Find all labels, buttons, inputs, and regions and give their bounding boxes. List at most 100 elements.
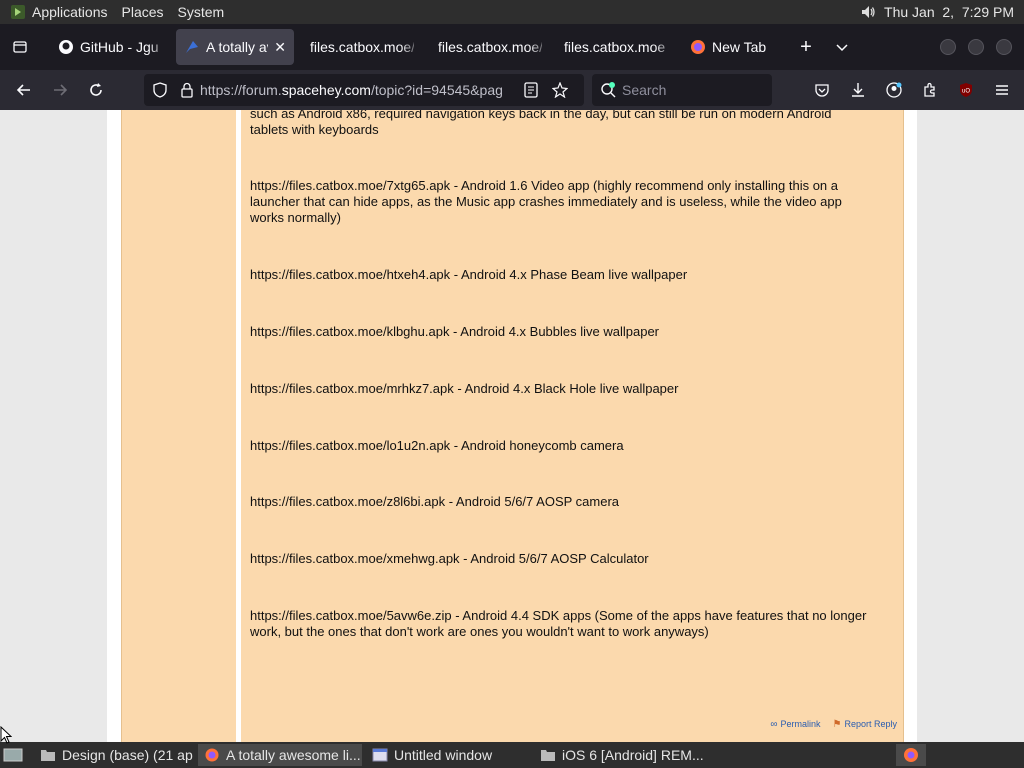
tab-list-icon [13,41,27,53]
svg-text:uO: uO [962,89,970,95]
workspace-switcher[interactable] [896,744,926,766]
ublock-origin-button[interactable]: uO [948,74,984,106]
shield-icon[interactable] [152,82,168,98]
taskbar-item-design[interactable]: Design (base) (21 ap... [34,744,194,766]
firefox-icon [205,748,219,762]
post-text: https://files.catbox.moe/7xtg65.apk - An… [250,178,842,225]
chevron-down-icon [836,44,848,52]
url-scheme: https://forum. [200,82,282,98]
ublock-origin-icon: uO [960,83,972,97]
report-icon: ⚑ [832,719,842,730]
post-divider [236,110,241,742]
window-icon [372,748,388,762]
navigation-toolbar: https://forum.spacehey.com/topic?id=9454… [0,70,1024,110]
report-reply-label: Report Reply [844,719,897,729]
search-placeholder: Search [622,82,667,98]
tab-catbox-1[interactable]: files.catbox.moe/ [302,29,422,65]
post-text: https://files.catbox.moe/z8l6bi.apk - An… [250,494,620,509]
list-all-tabs-button[interactable] [824,29,860,65]
tab-overview-button[interactable] [2,29,38,65]
lock-icon[interactable] [180,82,194,98]
tab-new-tab[interactable]: New Tab [682,29,786,65]
pocket-icon [815,84,829,97]
permalink-link[interactable]: ∞ Permalink [770,719,820,730]
post-text: https://files.catbox.moe/klbghu.apk - An… [250,324,660,339]
reload-button[interactable] [78,74,114,106]
url-text[interactable]: https://forum.spacehey.com/topic?id=9454… [200,82,512,98]
tab-github[interactable]: GitHub - Jgu [50,29,170,65]
post-text: https://files.catbox.moe/lo1u2n.apk - An… [250,438,624,453]
post-actions: ∞ Permalink ⚑ Report Reply [770,719,897,730]
post-text: https://files.catbox.moe/mrhkz7.apk - An… [250,381,679,396]
hamburger-menu-icon [996,85,1008,95]
tab-label: files.catbox.moe/ [310,39,414,55]
taskbar-item-untitled[interactable]: Untitled window [366,744,530,766]
taskbar-label: iOS 6 [Android] REM... [562,747,704,763]
spacehey-icon [186,41,198,53]
folder-icon [41,750,55,761]
github-icon [59,40,73,54]
tab-strip: GitHub - Jgu A totally av ✕ files.catbox… [0,24,1024,70]
maximize-window-button[interactable] [968,39,984,55]
tab-catbox-2[interactable]: files.catbox.moe/ [430,29,550,65]
show-desktop-icon[interactable] [2,747,24,763]
taskbar-label: Design (base) (21 ap... [62,747,194,763]
taskbar-label: Untitled window [394,747,493,763]
menu-system[interactable]: System [178,4,225,20]
pocket-button[interactable] [804,74,840,106]
reader-view-icon[interactable] [524,82,538,98]
close-tab-icon[interactable]: ✕ [274,39,286,56]
toolbar-buttons: uO [804,74,1020,106]
tab-label: New Tab [712,39,767,55]
tab-label: files.catbox.moe [564,39,666,55]
folder-icon [541,750,555,761]
plus-icon: + [800,35,812,58]
reload-icon [90,83,102,96]
forum-post: such as Android x86, required navigation… [121,110,904,742]
taskbar-item-firefox[interactable]: A totally awesome li... [198,744,362,766]
tab-label: GitHub - Jgu [80,39,159,55]
downloads-button[interactable] [840,74,876,106]
account-button[interactable] [876,74,912,106]
taskbar-item-ios6[interactable]: iOS 6 [Android] REM... [534,744,704,766]
tab-spacehey[interactable]: A totally av ✕ [176,29,294,65]
mouse-cursor-icon [0,726,12,744]
post-text: such as Android x86, required navigation… [250,110,832,137]
url-host: spacehey.com [281,82,371,98]
clock[interactable]: Thu Jan 2, 7:29 PM [884,4,1014,20]
puzzle-piece-icon [924,82,935,97]
firefox-icon [691,40,705,54]
account-icon [886,82,902,98]
menu-applications[interactable]: Applications [32,4,108,20]
search-bar[interactable]: Search [592,74,772,106]
post-text: https://files.catbox.moe/5avw6e.zip - An… [250,608,867,639]
menu-places[interactable]: Places [122,4,164,20]
tab-label: A totally av [206,39,269,55]
back-button[interactable] [6,74,42,106]
forward-button[interactable] [42,74,78,106]
extensions-button[interactable] [912,74,948,106]
volume-icon[interactable] [860,4,876,20]
taskbar-label: A totally awesome li... [226,747,361,763]
minimize-window-button[interactable] [940,39,956,55]
post-text: https://files.catbox.moe/xmehwg.apk - An… [250,551,649,566]
link-icon: ∞ [770,719,778,730]
post-text: https://files.catbox.moe/htxeh4.apk - An… [250,267,688,282]
download-icon [852,83,864,97]
applications-icon[interactable] [10,4,26,20]
forward-arrow-icon [54,84,68,96]
report-reply-link[interactable]: ⚑ Report Reply [833,719,898,730]
firefox-icon [904,748,918,762]
search-icon [601,82,616,98]
back-arrow-icon [16,84,30,96]
tab-label: files.catbox.moe/ [438,39,542,55]
new-tab-button[interactable]: + [788,29,824,65]
url-path: /topic?id=94545&pag [370,82,503,98]
bookmark-star-icon[interactable] [552,82,568,98]
url-bar[interactable]: https://forum.spacehey.com/topic?id=9454… [144,74,584,106]
bottom-taskbar: Design (base) (21 ap... A totally awesom… [0,742,1024,768]
close-window-button[interactable] [996,39,1012,55]
tab-catbox-3[interactable]: files.catbox.moe [556,29,676,65]
app-menu-button[interactable] [984,74,1020,106]
top-panel: Applications Places System Thu Jan 2, 7:… [0,0,1024,24]
